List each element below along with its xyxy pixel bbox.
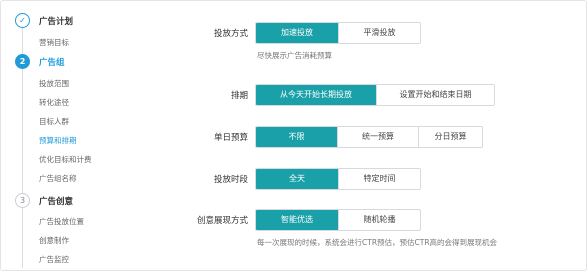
delivery-method-hint: 尽快展示广告消耗预算 bbox=[257, 51, 332, 60]
step-2-badge[interactable]: 2 bbox=[15, 54, 30, 69]
daily-budget-label: 单日预算 bbox=[213, 133, 248, 143]
creative-display-selector: 智能优选 随机轮播 bbox=[255, 209, 421, 231]
option-specific-time[interactable]: 特定时间 bbox=[338, 169, 420, 189]
delivery-method-selector: 加速投放 平滑投放 bbox=[255, 22, 421, 44]
nav-item-target-audience[interactable]: 目标人群 bbox=[39, 116, 69, 127]
daily-budget-selector: 不限 统一预算 分日预算 bbox=[255, 126, 483, 148]
schedule-selector: 从今天开始长期投放 设置开始和结束日期 bbox=[255, 84, 495, 106]
option-unlimited[interactable]: 不限 bbox=[256, 127, 337, 147]
campaign-setup-panel: ✓ 广告计划 营销目标 2 广告组 投放范围 转化途径 目标人群 预算和排期 优… bbox=[0, 0, 587, 271]
step-1-check-icon[interactable]: ✓ bbox=[15, 13, 30, 28]
option-date-range[interactable]: 设置开始和结束日期 bbox=[376, 85, 494, 105]
step-title-ad-creative[interactable]: 广告创意 bbox=[39, 195, 73, 207]
option-random-rotation[interactable]: 随机轮播 bbox=[338, 210, 420, 230]
option-accelerated[interactable]: 加速投放 bbox=[256, 23, 338, 43]
option-all-day[interactable]: 全天 bbox=[256, 169, 338, 189]
option-long-term[interactable]: 从今天开始长期投放 bbox=[256, 85, 376, 105]
option-uniform-budget[interactable]: 统一预算 bbox=[337, 127, 418, 147]
nav-item-delivery-scope[interactable]: 投放范围 bbox=[39, 78, 69, 89]
option-smart-optimize[interactable]: 智能优选 bbox=[256, 210, 338, 230]
time-period-selector: 全天 特定时间 bbox=[255, 168, 421, 190]
nav-item-optimization-billing[interactable]: 优化目标和计费 bbox=[39, 154, 92, 165]
delivery-method-label: 投放方式 bbox=[213, 29, 248, 39]
nav-item-creative-production[interactable]: 创意制作 bbox=[39, 235, 69, 246]
time-period-label: 投放时段 bbox=[213, 175, 248, 185]
step-title-ad-plan[interactable]: 广告计划 bbox=[39, 15, 73, 27]
schedule-label: 排期 bbox=[230, 91, 248, 101]
creative-display-label: 创意展现方式 bbox=[196, 216, 248, 226]
nav-item-ad-monitoring[interactable]: 广告监控 bbox=[39, 254, 69, 265]
step-3-badge[interactable]: 3 bbox=[15, 193, 30, 208]
creative-display-hint: 每一次展现的时候，系统会进行CTR预估，预估CTR高的会得到展现机会 bbox=[257, 238, 498, 247]
step-title-ad-group[interactable]: 广告组 bbox=[39, 56, 65, 68]
option-per-day-budget[interactable]: 分日预算 bbox=[418, 127, 482, 147]
option-smooth[interactable]: 平滑投放 bbox=[338, 23, 420, 43]
